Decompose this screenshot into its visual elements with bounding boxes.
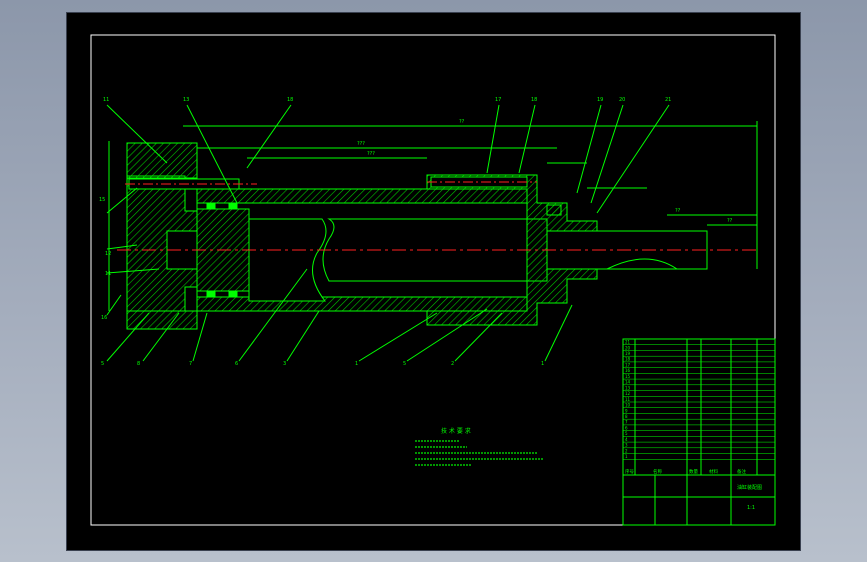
balloon-label: 11 <box>105 271 111 277</box>
dim-overall: ?? <box>459 119 465 125</box>
dim-rod-end: ?? <box>727 218 733 224</box>
parts-item-number: 18 <box>625 357 631 362</box>
parts-item-number: 8 <box>625 414 628 419</box>
parts-item-number: 19 <box>625 351 631 356</box>
balloon-label: 2 <box>451 361 454 367</box>
parts-item-number: 13 <box>625 385 631 390</box>
parts-item-number: 5 <box>625 431 628 436</box>
balloon-label: 8 <box>137 361 140 367</box>
piston-seal-c <box>206 290 216 298</box>
parts-header-cell: 备注 <box>737 468 746 475</box>
balloon-label: 21 <box>665 97 671 103</box>
balloon-label: 5 <box>403 361 406 367</box>
dim-rod: ?? <box>675 208 681 214</box>
parts-item-number: 6 <box>625 425 628 430</box>
parts-item-number: 10 <box>625 403 631 408</box>
parts-item-number: 14 <box>625 380 631 385</box>
cylinder-tube-top <box>196 188 528 204</box>
balloon-label: 12 <box>105 251 111 257</box>
parts-header-cell: 序号 <box>625 468 634 475</box>
balloon-label: 1 <box>541 361 544 367</box>
parts-item-number: 15 <box>625 374 631 379</box>
assembly-drawing: 11 13 18 17 18 19 20 21151211165 8 7 6 3 1 5 2 1 212019… <box>90 34 776 526</box>
balloon-label: 20 <box>619 97 625 103</box>
parts-list-frame <box>622 338 776 476</box>
parts-item-number: 21 <box>625 340 631 345</box>
piston-seal-d <box>228 290 238 298</box>
piston-rod <box>248 218 327 302</box>
title-drawing-name: 油缸装配图 <box>737 484 762 491</box>
cylinder-tube-bottom <box>196 296 528 312</box>
piston-seal-a <box>206 202 216 210</box>
parts-header-cell: 名称 <box>653 468 662 475</box>
title-scale: 1:1 <box>747 505 755 511</box>
dim-inner: ??? <box>367 151 375 157</box>
cad-viewport[interactable]: 11 13 18 17 18 19 20 21 15 12 11 16 5 8 7 6 3 1 5 2 1 21 20 19… <box>67 13 800 550</box>
parts-header-cell: 材料 <box>709 468 718 475</box>
balloon-label: 15 <box>99 197 105 203</box>
balloon-label: 7 <box>189 361 192 367</box>
balloon-label: 18 <box>531 97 537 103</box>
balloon-label: 13 <box>183 97 189 103</box>
gland-seal <box>546 204 562 216</box>
title-block-frame <box>622 474 776 526</box>
piston-seal-b <box>228 202 238 210</box>
parts-item-number: 4 <box>625 437 628 442</box>
parts-item-number: 16 <box>625 368 631 373</box>
balloon-label: 3 <box>283 361 286 367</box>
dim-stroke: ??? <box>357 141 365 147</box>
balloon-label: 1 <box>355 361 358 367</box>
technical-notes-title: 技 术 要 求 <box>441 427 471 435</box>
parts-item-number: 12 <box>625 391 631 396</box>
balloon-label: 5 <box>101 361 104 367</box>
balloon-label: 17 <box>495 97 501 103</box>
balloon-label: 6 <box>235 361 238 367</box>
parts-item-number: 3 <box>625 443 628 448</box>
balloon-label: 16 <box>101 315 107 321</box>
parts-header-cell: 数量 <box>689 468 698 475</box>
rear-flange <box>126 142 198 179</box>
parts-item-number: 9 <box>625 408 628 413</box>
balloon-label: 18 <box>287 97 293 103</box>
parts-item-number: 11 <box>625 397 631 402</box>
balloon-label: 11 <box>103 97 109 103</box>
parts-item-number: 1 <box>625 454 628 459</box>
parts-item-number: 20 <box>625 345 631 350</box>
balloon-label: 19 <box>597 97 603 103</box>
parts-item-number: 2 <box>625 448 628 453</box>
technical-notes-body <box>415 440 543 466</box>
parts-item-number: 7 <box>625 420 628 425</box>
parts-item-number: 17 <box>625 362 631 367</box>
